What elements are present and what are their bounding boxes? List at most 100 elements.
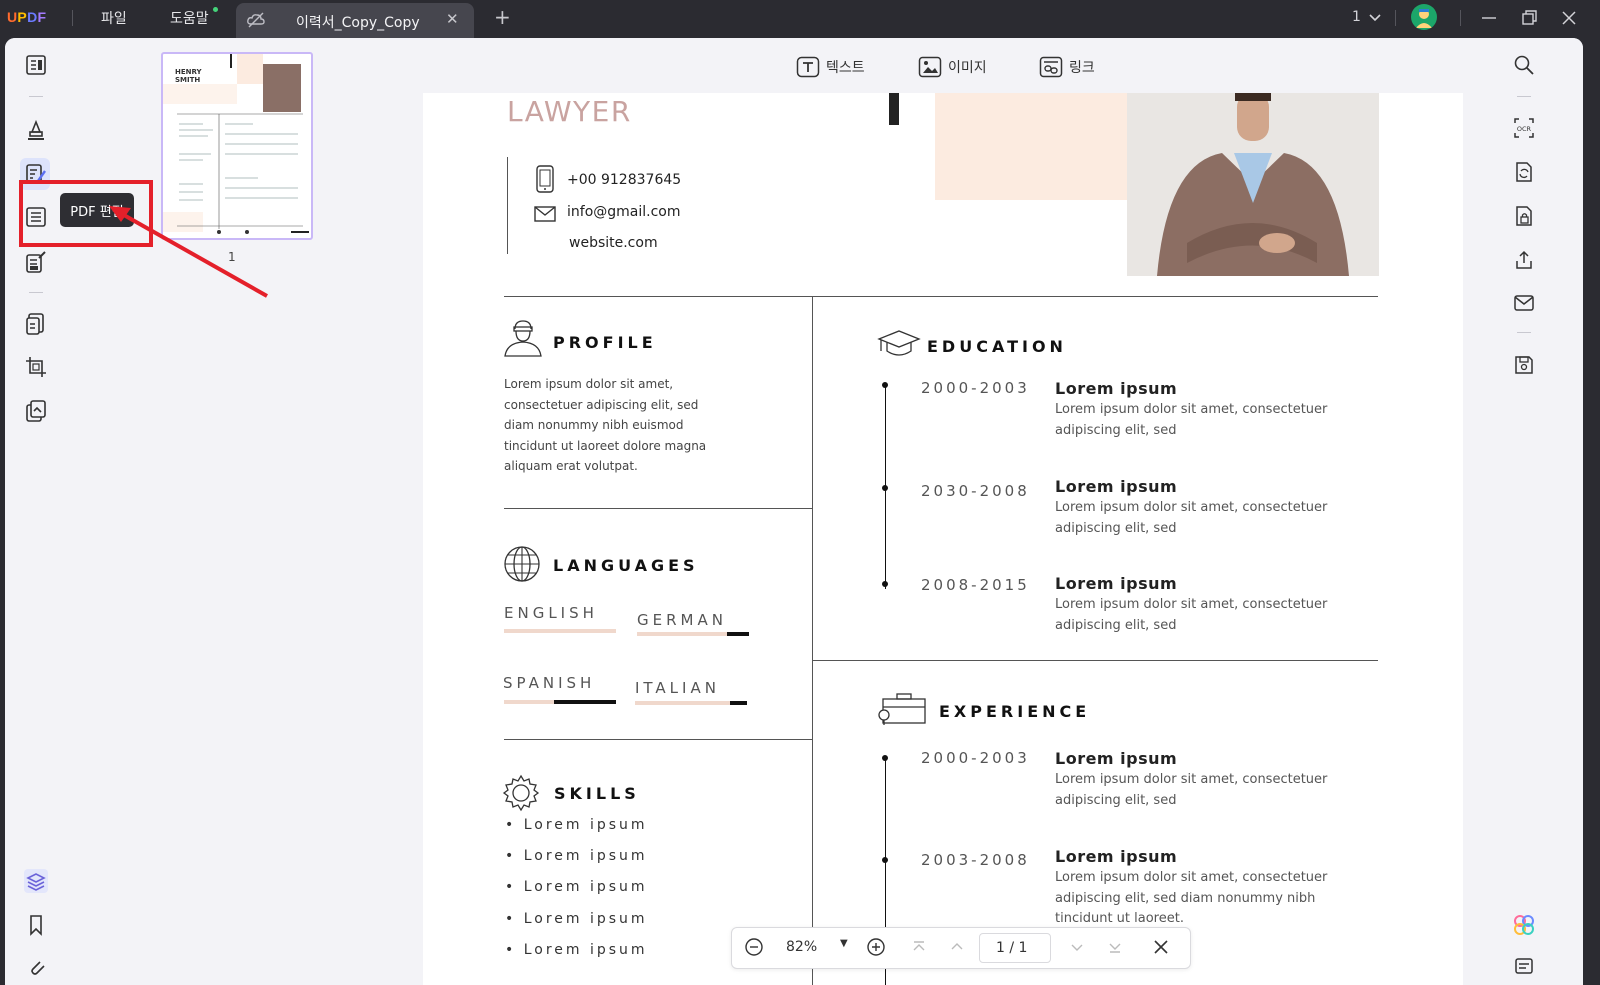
text-icon: [796, 56, 820, 78]
menu-help[interactable]: 도움말: [170, 8, 209, 28]
restore-icon[interactable]: [1518, 7, 1540, 29]
zoom-toolbar: 82% ▼ 1 / 1: [731, 927, 1191, 969]
add-link-button[interactable]: 링크: [1039, 55, 1095, 79]
close-window-icon[interactable]: [1558, 7, 1580, 29]
mail-icon: [534, 206, 556, 226]
bookmark-icon[interactable]: [23, 912, 49, 938]
close-zoombar-icon[interactable]: [1152, 938, 1170, 960]
convert-icon[interactable]: [1511, 159, 1537, 185]
phone-icon: [535, 165, 555, 197]
page-number-field[interactable]: 1 / 1: [979, 933, 1051, 963]
rail-separator: [1517, 96, 1531, 97]
experience-desc: Lorem ipsum dolor sit amet, consectetuer…: [1055, 772, 1328, 808]
education-title: Lorem ipsum: [1055, 477, 1178, 496]
email-share-icon[interactable]: [1511, 290, 1537, 316]
cloud-off-icon: [246, 11, 266, 33]
first-page-icon[interactable]: [910, 938, 928, 960]
grid-line: [812, 660, 1378, 661]
share-icon[interactable]: [1511, 247, 1537, 273]
zoom-in-icon[interactable]: [866, 937, 886, 961]
last-page-icon[interactable]: [1106, 938, 1124, 960]
education-years: 2030-2008: [921, 482, 1030, 500]
grid-line: [504, 508, 812, 509]
title-separator: [1460, 10, 1461, 26]
grid-line: [812, 296, 813, 985]
education-desc: Lorem ipsum dolor sit amet, consectetuer…: [1055, 402, 1328, 438]
ai-assistant-icon[interactable]: [1511, 912, 1537, 938]
menu-file[interactable]: 파일: [101, 8, 127, 28]
zoom-level[interactable]: 82%: [786, 939, 817, 955]
title-bar: UPDF 파일 도움말 이력서_Copy_Copy ✕ + 1: [0, 0, 1600, 38]
user-avatar[interactable]: [1411, 4, 1437, 30]
timeline-dot: [882, 857, 888, 863]
experience-title: Lorem ipsum: [1055, 749, 1178, 768]
minimize-icon[interactable]: [1478, 7, 1500, 29]
document-view[interactable]: LAWYER +00 912837645 info@gmail.com webs…: [401, 93, 1491, 985]
person-icon: [503, 319, 543, 361]
close-tab-icon[interactable]: ✕: [446, 10, 459, 28]
crop-icon[interactable]: [23, 354, 49, 380]
grid-line: [504, 296, 1378, 297]
profile-photo: [1127, 93, 1379, 276]
tab-title: 이력서_Copy_Copy: [296, 15, 420, 31]
gear-icon: [502, 774, 540, 816]
add-text-label: 텍스트: [826, 60, 865, 76]
comment-list-icon[interactable]: [1511, 953, 1537, 979]
peach-block: [935, 93, 1127, 200]
education-title: Lorem ipsum: [1055, 379, 1178, 398]
profile-heading: PROFILE: [553, 333, 657, 352]
next-page-icon[interactable]: [1068, 938, 1086, 960]
add-image-label: 이미지: [948, 60, 987, 76]
ocr-icon[interactable]: OCR: [1511, 115, 1537, 141]
rail-separator: [1517, 332, 1531, 333]
add-image-button[interactable]: 이미지: [918, 55, 987, 79]
annotation-arrow: [109, 206, 268, 298]
resume-page[interactable]: LAWYER +00 912837645 info@gmail.com webs…: [423, 93, 1463, 985]
search-icon[interactable]: [1511, 52, 1537, 78]
languages-heading: LANGUAGES: [553, 556, 699, 575]
link-icon: [1039, 56, 1063, 78]
grid-line: [504, 739, 812, 740]
page-number-value: 1 / 1: [996, 940, 1028, 956]
chevron-down-icon[interactable]: [1368, 9, 1382, 28]
skills-heading: SKILLS: [554, 784, 640, 803]
phone-number: +00 912837645: [567, 172, 682, 188]
previous-page-icon[interactable]: [948, 938, 966, 960]
attachment-icon[interactable]: [23, 953, 49, 979]
education-years: 2008-2015: [921, 576, 1030, 594]
page-indicator[interactable]: 1: [1352, 9, 1361, 25]
website: website.com: [569, 235, 658, 251]
zoom-dropdown-icon[interactable]: ▼: [840, 938, 848, 949]
svg-text:OCR: OCR: [1517, 125, 1532, 133]
language-bar-fill: [727, 632, 749, 636]
profile-text: Lorem ipsum dolor sit amet, consectetuer…: [504, 377, 707, 473]
language-name: GERMAN: [637, 611, 727, 629]
timeline-dot: [882, 581, 888, 587]
layers-icon[interactable]: [23, 868, 49, 894]
protect-document-icon[interactable]: [1511, 203, 1537, 229]
skill-item: • Lorem ipsum: [505, 879, 648, 895]
skill-item: • Lorem ipsum: [505, 817, 648, 833]
title-separator: [72, 10, 73, 26]
save-icon[interactable]: [1511, 352, 1537, 378]
skill-item: • Lorem ipsum: [505, 942, 648, 958]
graduation-cap-icon: [877, 329, 921, 363]
zoom-out-icon[interactable]: [744, 937, 764, 961]
new-tab-icon[interactable]: +: [494, 5, 511, 29]
main-window: HENRY SMITH 1 텍스트 이미지 링크 LAWYER +00 9128…: [5, 38, 1583, 985]
education-desc: Lorem ipsum dolor sit amet, consectetuer…: [1055, 500, 1328, 536]
globe-icon: [503, 545, 541, 587]
education-title: Lorem ipsum: [1055, 574, 1178, 593]
resume-title: LAWYER: [507, 95, 632, 128]
email-address: info@gmail.com: [567, 204, 681, 220]
image-icon: [918, 56, 942, 78]
document-tab[interactable]: 이력서_Copy_Copy ✕: [236, 3, 474, 38]
briefcase-icon: [877, 693, 927, 733]
language-name: ITALIAN: [635, 679, 720, 697]
add-text-button[interactable]: 텍스트: [796, 55, 865, 79]
experience-years: 2000-2003: [921, 749, 1030, 767]
language-bar-track: [504, 629, 616, 633]
right-tool-rail: OCR: [1491, 38, 1583, 985]
timeline-dot: [882, 755, 888, 761]
protect-icon[interactable]: [23, 398, 49, 424]
